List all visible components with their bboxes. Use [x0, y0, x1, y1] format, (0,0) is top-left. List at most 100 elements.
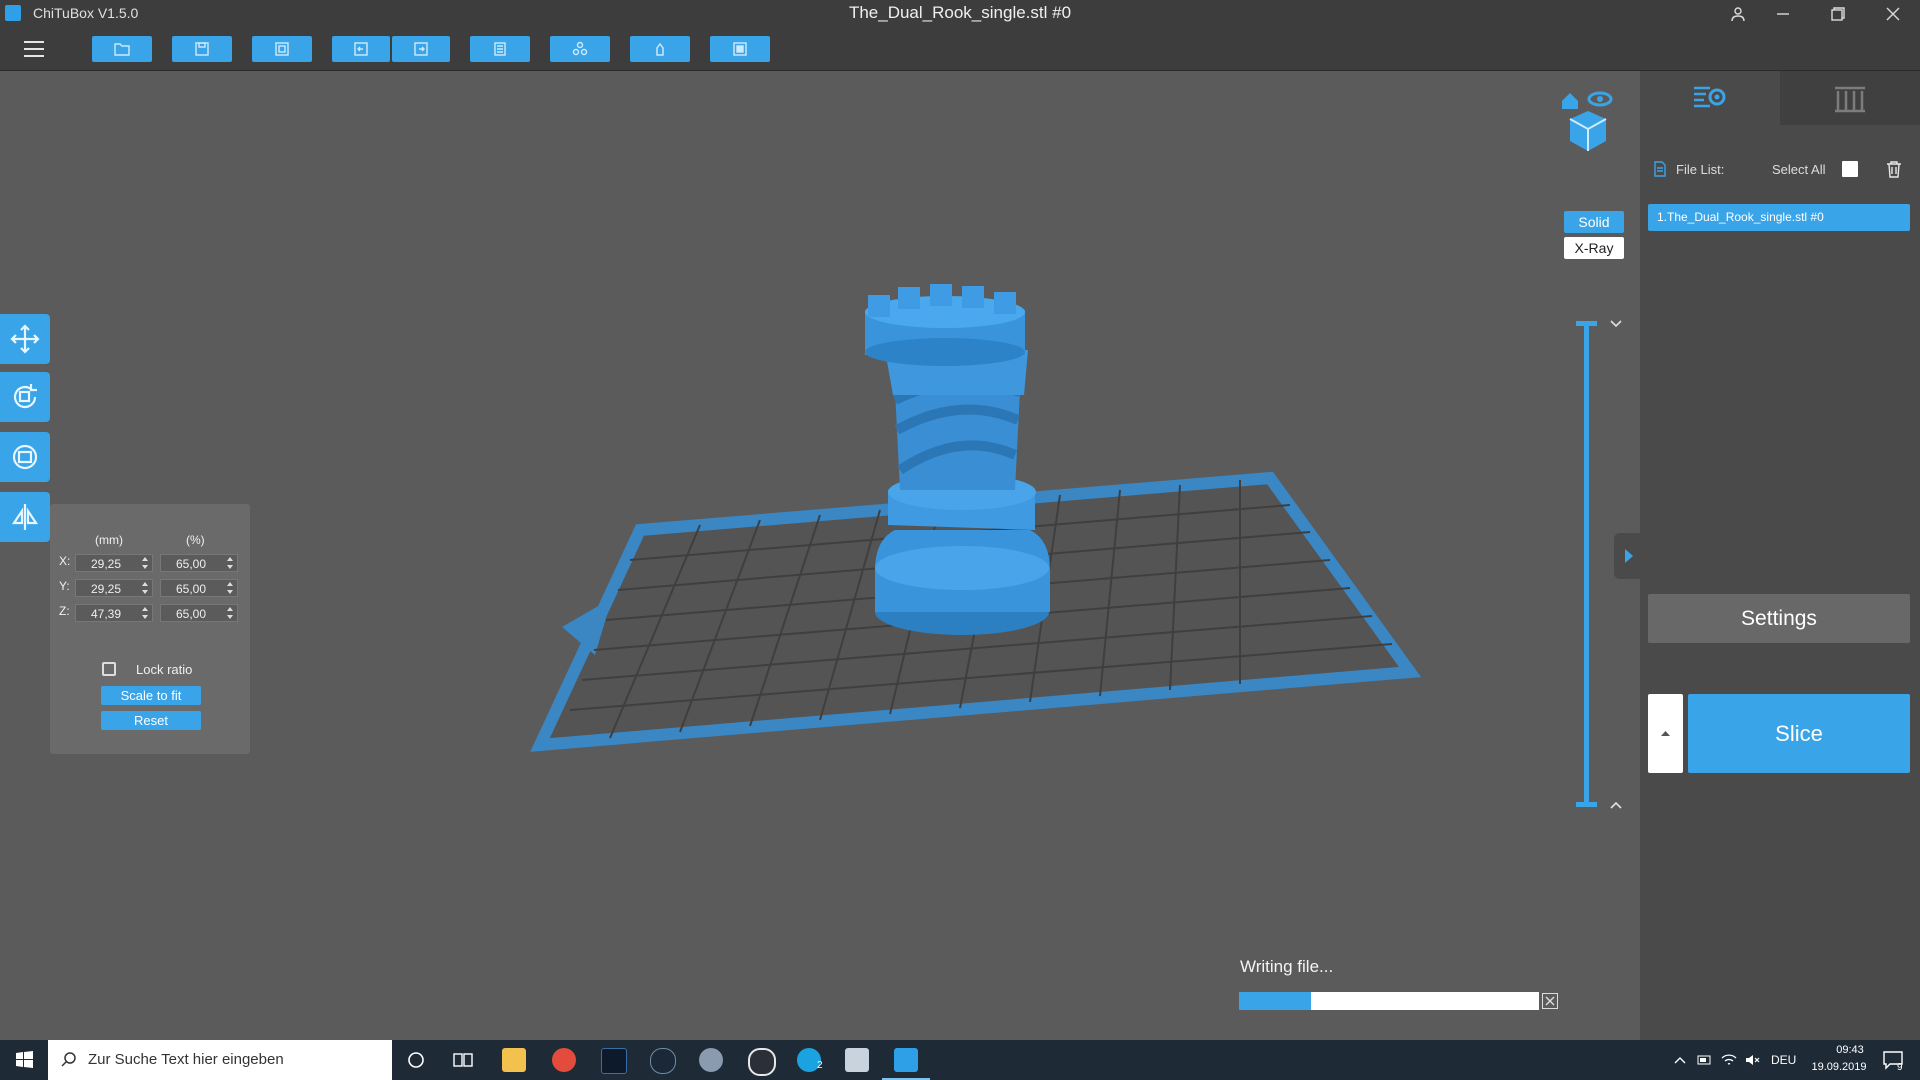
tab-settings[interactable] [1640, 71, 1780, 125]
chevron-up-icon[interactable] [1673, 1055, 1687, 1065]
mirror-icon [11, 504, 39, 530]
spinner-arrows-icon[interactable] [227, 557, 233, 569]
tab-supports[interactable] [1780, 71, 1920, 125]
app-icon-monitor[interactable] [845, 1048, 869, 1072]
arrange-icon [572, 41, 588, 56]
chevron-up-icon[interactable] [1609, 800, 1623, 810]
chevron-down-icon[interactable] [1609, 319, 1623, 329]
account-button[interactable] [1715, 0, 1761, 27]
spinner-arrows-icon[interactable] [142, 607, 148, 619]
progress-bar [1239, 992, 1539, 1010]
reset-button[interactable]: Reset [101, 711, 201, 730]
xray-view-button[interactable]: X-Ray [1564, 237, 1624, 259]
wifi-icon[interactable] [1721, 1053, 1737, 1067]
trash-icon[interactable] [1886, 160, 1902, 178]
rotate-tool-button[interactable] [0, 372, 50, 422]
file-list-label: File List: [1676, 162, 1725, 177]
x-percent-input[interactable]: 65,00 [160, 554, 238, 572]
scale-tool-button[interactable] [0, 432, 50, 482]
minimize-button[interactable] [1760, 0, 1806, 27]
y-axis-label: Y: [59, 579, 70, 593]
close-icon [1886, 7, 1900, 20]
screenshot-button[interactable] [252, 36, 312, 62]
hamburger-menu-button[interactable] [18, 37, 50, 61]
save-icon [195, 42, 209, 56]
windows-start-icon[interactable] [0, 1040, 48, 1080]
open-file-icon [114, 43, 130, 56]
select-all-checkbox[interactable] [1842, 161, 1858, 177]
chrome-icon[interactable] [552, 1048, 576, 1072]
file-list-item[interactable]: 1.The_Dual_Rook_single.stl #0 [1648, 204, 1910, 231]
lock-ratio-label: Lock ratio [136, 662, 193, 677]
z-percent-input[interactable]: 65,00 [160, 604, 238, 622]
screenshot-icon [275, 42, 289, 56]
undo-button[interactable] [332, 36, 390, 62]
task-view-icon[interactable] [452, 1050, 474, 1070]
spinner-arrows-icon[interactable] [142, 557, 148, 569]
spinner-arrows-icon[interactable] [227, 607, 233, 619]
support-button[interactable] [630, 36, 690, 62]
scale-icon [12, 444, 38, 470]
solid-view-button[interactable]: Solid [1564, 211, 1624, 233]
language-indicator[interactable]: DEU [1771, 1053, 1796, 1067]
clock-time[interactable]: 09:43 [1820, 1044, 1880, 1056]
search-icon [61, 1052, 76, 1067]
app-icon-cloud[interactable] [699, 1048, 723, 1072]
lock-ratio-checkbox[interactable] [102, 662, 116, 676]
collapse-panel-handle[interactable] [1614, 533, 1640, 579]
view-cube-icon[interactable] [1560, 89, 1616, 153]
y-mm-input[interactable]: 29,25 [75, 579, 153, 597]
minimize-icon [1777, 12, 1789, 15]
main-toolbar [0, 27, 1920, 71]
supports-icon [1835, 86, 1865, 113]
cancel-progress-button[interactable] [1542, 993, 1558, 1009]
clock-date[interactable]: 19.09.2019 [1804, 1061, 1874, 1073]
slice-button[interactable]: Slice [1688, 694, 1910, 773]
chitubox-taskbar-icon[interactable] [894, 1048, 918, 1072]
close-icon [1545, 996, 1555, 1006]
cortana-icon[interactable] [406, 1050, 426, 1070]
close-button[interactable] [1870, 0, 1916, 27]
mm-column-header: (mm) [95, 533, 123, 547]
file-list-icon [1654, 161, 1666, 177]
volume-muted-icon[interactable] [1745, 1053, 1761, 1067]
scale-to-fit-button[interactable]: Scale to fit [101, 686, 201, 705]
rook-model[interactable] [865, 284, 1050, 635]
3d-viewport[interactable]: (mm) (%) X: 29,25 65,00 Y: 29,25 65,00 Z… [0, 71, 1640, 1040]
vpn-icon[interactable] [748, 1048, 776, 1076]
hollow-button[interactable] [710, 36, 770, 62]
slice-options-button[interactable] [1648, 694, 1683, 773]
layer-slider-bottom-handle[interactable] [1576, 802, 1597, 807]
arrange-button[interactable] [550, 36, 610, 62]
taskbar-search-input[interactable]: Zur Suche Text hier eingeben [48, 1040, 392, 1080]
z-mm-input[interactable]: 47,39 [75, 604, 153, 622]
notification-count: 9 [1897, 1062, 1903, 1073]
spinner-arrows-icon[interactable] [142, 582, 148, 594]
app-icon-dark[interactable] [601, 1048, 627, 1074]
scale-panel: (mm) (%) X: 29,25 65,00 Y: 29,25 65,00 Z… [50, 504, 250, 754]
save-button[interactable] [172, 36, 232, 62]
progress-bar-fill [1239, 992, 1311, 1010]
spinner-arrows-icon[interactable] [227, 582, 233, 594]
open-file-button[interactable] [92, 36, 152, 62]
right-panel: File List: Select All 1.The_Dual_Rook_si… [1640, 71, 1920, 1040]
x-mm-input[interactable]: 29,25 [75, 554, 153, 572]
move-tool-button[interactable] [0, 314, 50, 364]
layer-slider-track[interactable] [1584, 321, 1589, 804]
redo-icon [414, 42, 428, 56]
list-settings-icon [1694, 86, 1726, 108]
file-explorer-icon[interactable] [502, 1048, 526, 1072]
rotate-icon [13, 384, 37, 409]
battery-icon[interactable] [1697, 1055, 1713, 1065]
progress-label: Writing file... [1240, 957, 1334, 976]
steam-icon[interactable] [650, 1048, 676, 1074]
layout-button[interactable] [470, 36, 530, 62]
hollow-icon [733, 42, 747, 56]
restore-button[interactable] [1815, 0, 1861, 27]
user-icon [1731, 6, 1745, 21]
y-percent-input[interactable]: 65,00 [160, 579, 238, 597]
redo-button[interactable] [392, 36, 450, 62]
z-mm-value: 47,39 [90, 607, 122, 621]
settings-button[interactable]: Settings [1648, 594, 1910, 643]
mirror-tool-button[interactable] [0, 492, 50, 542]
